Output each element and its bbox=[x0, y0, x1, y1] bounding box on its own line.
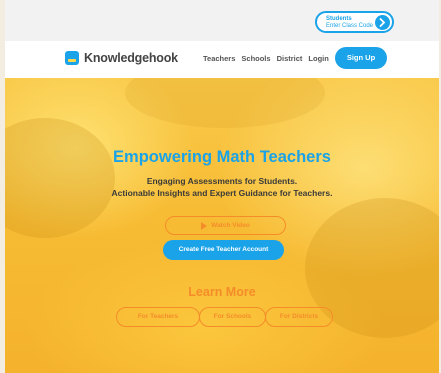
learn-more-heading: Learn More bbox=[188, 285, 256, 299]
nav-link-teachers[interactable]: Teachers bbox=[203, 54, 235, 63]
for-teachers-button[interactable]: For Teachers bbox=[116, 307, 200, 327]
hero-subtitle-line1: Engaging Assessments for Students. bbox=[146, 176, 298, 186]
watch-video-label: Watch Video bbox=[211, 222, 250, 229]
hero-photo-shade bbox=[125, 78, 325, 128]
for-districts-button[interactable]: For Districts bbox=[265, 307, 333, 327]
hero-title: Empowering Math Teachers bbox=[113, 148, 331, 166]
for-schools-button[interactable]: For Schools bbox=[199, 307, 266, 327]
students-label: Students bbox=[326, 16, 352, 22]
create-free-teacher-account-button[interactable]: Create Free Teacher Account bbox=[163, 240, 284, 260]
nav-links: Teachers Schools District Login bbox=[203, 54, 329, 63]
top-bar: Students Enter Class Code bbox=[5, 0, 439, 41]
play-icon bbox=[201, 221, 208, 230]
brand-name: Knowledgehook bbox=[84, 51, 178, 65]
main-nav: Knowledgehook Teachers Schools District … bbox=[5, 41, 439, 78]
chevron-right-icon[interactable] bbox=[375, 15, 390, 30]
nav-link-login[interactable]: Login bbox=[308, 54, 328, 63]
nav-link-district[interactable]: District bbox=[277, 54, 303, 63]
sign-up-button[interactable]: Sign Up bbox=[335, 47, 387, 69]
watch-video-button[interactable]: Watch Video bbox=[165, 216, 286, 235]
enter-class-code-label: Enter Class Code bbox=[326, 23, 374, 29]
student-class-code-button[interactable]: Students Enter Class Code bbox=[315, 11, 394, 33]
knowledgehook-logo-icon bbox=[65, 51, 79, 65]
hero-subtitle-line2: Actionable Insights and Expert Guidance … bbox=[111, 188, 333, 198]
hero-section: Empowering Math Teachers Engaging Assess… bbox=[5, 78, 439, 373]
nav-link-schools[interactable]: Schools bbox=[241, 54, 270, 63]
brand-logo[interactable]: Knowledgehook bbox=[65, 51, 178, 65]
